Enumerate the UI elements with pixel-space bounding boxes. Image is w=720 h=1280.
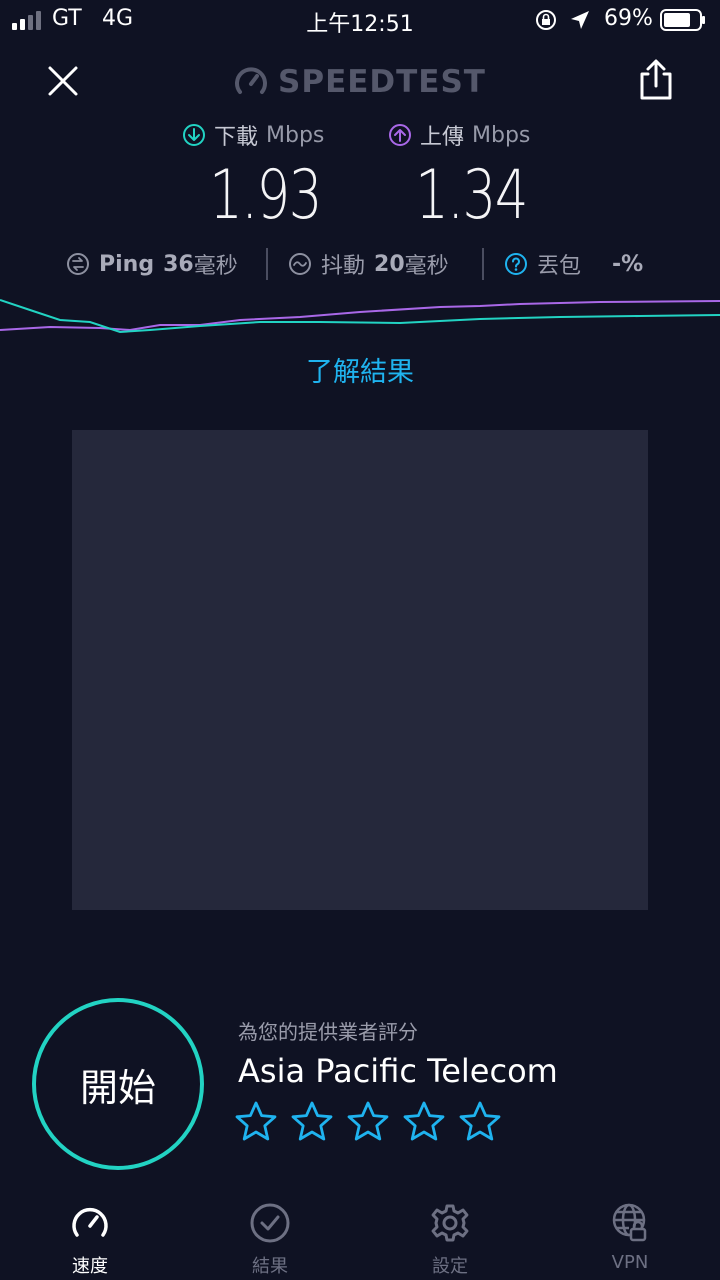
learn-results-link[interactable]: 了解結果 [0,350,720,389]
jitter-icon [289,253,311,275]
tab-settings[interactable]: 設定 [390,1190,510,1280]
tab-results[interactable]: 結果 [210,1190,330,1280]
ping-icon [67,253,89,275]
jitter-value: 20 [374,251,405,277]
ad-placeholder [72,430,648,910]
download-label: 下載 Mbps [182,120,324,150]
upload-unit: Mbps [472,122,531,148]
battery-icon [660,9,705,31]
download-speed-value: 1.93 [209,156,322,235]
ping-label: Ping [99,251,155,277]
tab-speed[interactable]: 速度 [30,1190,150,1280]
rating-stars [234,1100,502,1150]
vpn-globe-lock-icon [612,1203,647,1242]
download-label-text: 下載 [214,125,259,150]
packet-loss-value: -% [612,251,644,277]
speed-graph [0,299,720,334]
tab-results-label: 結果 [252,1256,288,1277]
star-icon[interactable] [346,1100,390,1144]
ping-unit: 毫秒 [193,254,238,279]
start-button[interactable]: 開始 [32,998,204,1170]
upload-speed-value: 1.34 [415,156,528,235]
tab-settings-label: 設定 [432,1256,468,1277]
rating-prompt: 為您的提供業者評分 [238,1020,418,1044]
download-unit: Mbps [266,122,325,148]
star-icon[interactable] [234,1100,278,1144]
packet-loss-label: 丟包 [537,254,582,279]
tab-vpn-label: VPN [611,1252,649,1273]
tab-bar: 速度 結果 設定 VPN [0,1190,720,1280]
star-icon[interactable] [290,1100,334,1144]
provider-name: Asia Pacific Telecom [238,1052,558,1090]
upload-arrow-icon [389,124,411,146]
metric-divider [266,248,268,280]
download-graph-line [0,299,720,334]
tab-speed-label: 速度 [72,1256,108,1277]
metric-divider [482,248,484,280]
speedtest-logo: SPEEDTEST [0,62,720,102]
upload-label-text: 上傳 [420,125,465,150]
help-icon[interactable] [504,252,528,276]
ping-value: 36 [163,251,194,277]
star-icon[interactable] [458,1100,502,1144]
packet-loss-metric[interactable]: 丟包 -% [504,244,643,284]
ping-metric: Ping 36 毫秒 [66,244,238,284]
logo-text: SPEEDTEST [278,64,486,100]
tab-vpn[interactable]: VPN [570,1190,690,1280]
upload-label: 上傳 Mbps [388,120,530,150]
metrics-row: Ping 36 毫秒 抖動 20 毫秒 丟包 -% [0,244,720,284]
location-arrow-icon [571,11,589,29]
gear-icon [431,1204,469,1242]
jitter-metric: 抖動 20 毫秒 [288,244,449,284]
star-icon[interactable] [402,1100,446,1144]
speedometer-icon [235,67,268,94]
share-icon [640,59,672,100]
start-button-label: 開始 [79,1065,156,1110]
battery-percentage: 69% [604,6,653,31]
download-arrow-icon [183,124,205,146]
jitter-unit: 毫秒 [404,254,449,279]
share-button[interactable] [634,56,678,104]
status-bar: GT 4G 上午12:51 69% [0,0,720,40]
speedometer-icon [72,1207,108,1237]
jitter-label: 抖動 [321,254,366,279]
check-circle-icon [250,1203,290,1243]
rotation-lock-icon [536,10,556,30]
